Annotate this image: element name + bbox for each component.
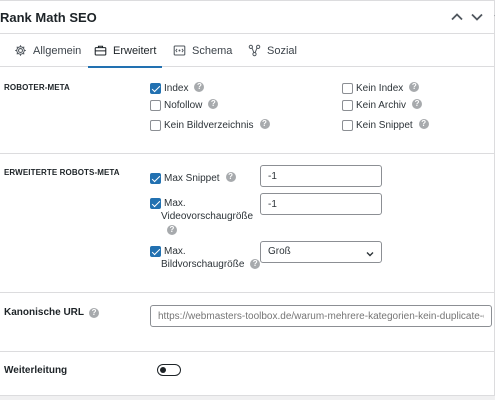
max-video-input[interactable] <box>260 193 382 215</box>
checkbox-label: Kein Snippet <box>356 120 413 131</box>
label-text: Kanonische URL <box>4 307 85 318</box>
help-icon[interactable]: ? <box>418 119 429 129</box>
rank-math-metabox: Rank Math SEO Allgemein Erweitert Schema… <box>0 0 495 396</box>
checkbox[interactable] <box>150 173 161 184</box>
checkbox-nofollow[interactable]: Nofollow ? <box>150 99 219 112</box>
label-line: Max. <box>164 246 186 257</box>
label-line: Bildvorschaugröße <box>161 259 245 270</box>
checkbox-label: Max Snippet <box>164 173 220 184</box>
help-icon[interactable]: ? <box>167 224 177 235</box>
social-icon <box>248 44 261 57</box>
checkbox-label: Max. Videovorschaugröße ? <box>161 197 254 236</box>
redirect-toggle[interactable] <box>157 364 181 376</box>
redirect-section: Weiterleitung <box>0 352 495 397</box>
advanced-robots-label: ERWEITERTE ROBOTS-META <box>4 168 120 177</box>
canonical-url-section: Kanonische URL ? <box>0 293 495 352</box>
checkbox-label: Kein Archiv <box>356 100 407 111</box>
checkbox-label: Kein Index <box>356 83 404 94</box>
tab-schema[interactable]: Schema <box>167 34 238 67</box>
briefcase-icon <box>94 44 107 57</box>
max-snippet-input[interactable] <box>260 165 382 187</box>
tab-allgemein[interactable]: Allgemein <box>8 34 87 67</box>
help-icon[interactable]: ? <box>208 99 219 109</box>
toggle-knob <box>160 367 166 373</box>
tab-label: Allgemein <box>33 44 82 57</box>
checkbox-label: Nofollow <box>164 100 203 111</box>
checkbox-kein-snippet[interactable]: Kein Snippet ? <box>342 119 429 132</box>
checkbox[interactable] <box>150 120 161 131</box>
tab-bar: Allgemein Erweitert Schema Sozial <box>0 34 495 68</box>
help-icon[interactable]: ? <box>412 99 423 109</box>
schema-icon <box>173 44 186 57</box>
toggle-panel-icon[interactable] <box>489 9 495 25</box>
checkbox[interactable] <box>342 100 353 111</box>
checkbox[interactable] <box>150 198 161 209</box>
canonical-url-label: Kanonische URL ? <box>4 307 100 318</box>
checkbox[interactable] <box>150 100 161 111</box>
checkbox[interactable] <box>342 120 353 131</box>
checkbox-label: Max. Bildvorschaugröße ? <box>161 245 261 271</box>
robots-meta-section: ROBOTER-META Index ? Kein Index ? Nofoll… <box>0 68 495 154</box>
checkbox-kein-archiv[interactable]: Kein Archiv ? <box>342 99 423 112</box>
checkbox-kein-index[interactable]: Kein Index ? <box>342 82 420 95</box>
checkbox[interactable] <box>150 83 161 94</box>
help-icon[interactable]: ? <box>259 119 270 129</box>
tab-label: Sozial <box>267 44 297 57</box>
chevron-down-icon[interactable] <box>469 9 485 25</box>
help-icon[interactable]: ? <box>194 82 205 92</box>
metabox-header: Rank Math SEO <box>0 1 495 34</box>
label-line: Videovorschaugröße <box>161 211 254 222</box>
help-icon[interactable]: ? <box>225 172 236 182</box>
help-icon[interactable]: ? <box>250 259 261 270</box>
checkbox[interactable] <box>342 83 353 94</box>
tab-label: Schema <box>192 44 233 57</box>
checkbox-kein-bildverzeichnis[interactable]: Kein Bildverzeichnis ? <box>150 119 270 132</box>
help-icon[interactable]: ? <box>89 307 100 318</box>
label-line: Max. <box>164 198 186 209</box>
checkbox-max-image[interactable]: Max. Bildvorschaugröße ? <box>150 245 261 271</box>
chevron-down-icon <box>365 247 375 257</box>
max-image-select[interactable]: Groß <box>260 241 382 263</box>
select-value: Groß <box>268 246 291 257</box>
checkbox-label: Kein Bildverzeichnis <box>164 120 254 131</box>
metabox-title: Rank Math SEO <box>0 10 97 25</box>
checkbox-max-snippet[interactable]: Max Snippet ? <box>150 172 236 185</box>
redirect-label: Weiterleitung <box>4 365 68 376</box>
gear-icon <box>14 44 27 57</box>
canonical-url-input[interactable] <box>150 305 492 327</box>
advanced-robots-section: ERWEITERTE ROBOTS-META Max Snippet ? Max… <box>0 154 495 293</box>
help-icon[interactable]: ? <box>409 82 420 92</box>
chevron-up-icon[interactable] <box>449 9 465 25</box>
robots-meta-label: ROBOTER-META <box>4 83 70 92</box>
tab-erweitert[interactable]: Erweitert <box>88 34 163 68</box>
checkbox-label: Index <box>164 83 189 94</box>
checkbox[interactable] <box>150 246 161 257</box>
checkbox-max-video[interactable]: Max. Videovorschaugröße ? <box>150 197 253 236</box>
tab-sozial[interactable]: Sozial <box>242 34 303 67</box>
checkbox-index[interactable]: Index ? <box>150 82 205 95</box>
tab-label: Erweitert <box>113 44 157 57</box>
